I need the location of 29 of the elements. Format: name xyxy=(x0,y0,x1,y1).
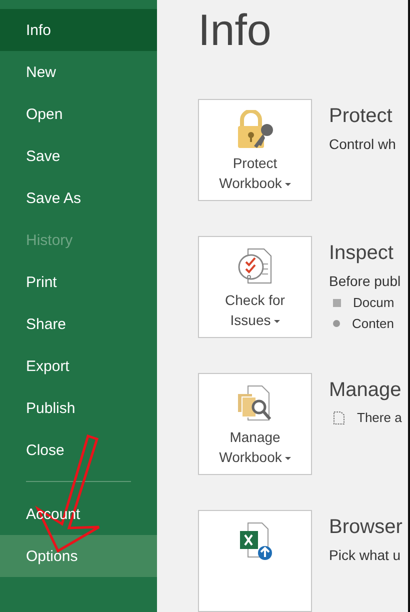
sidebar-item[interactable]: New xyxy=(0,51,157,93)
workbook-button[interactable]: Check for Issues xyxy=(198,236,312,338)
workbook-button[interactable]: Manage Workbook xyxy=(198,373,312,475)
sidebar-item[interactable]: Print xyxy=(0,261,157,303)
sidebar-item[interactable]: Options xyxy=(0,535,157,577)
bullet-icon xyxy=(333,298,341,306)
sidebar-item[interactable]: Export xyxy=(0,345,157,387)
workbook-button[interactable] xyxy=(198,510,312,612)
info-text: There a xyxy=(357,410,402,425)
sidebar-item[interactable]: Info xyxy=(0,9,157,51)
section-heading: Inspect xyxy=(329,241,394,266)
sidebar-item[interactable]: Save xyxy=(0,135,157,177)
workbook-button[interactable]: Protect Workbook xyxy=(198,99,312,201)
sidebar-item[interactable]: Publish xyxy=(0,387,157,429)
section-description: Pick what u xyxy=(329,547,402,563)
page-title: Info xyxy=(198,5,272,57)
section-description: Before publ xyxy=(329,273,401,289)
sidebar-item[interactable]: Close xyxy=(0,429,157,471)
section-description: Control wh xyxy=(329,136,396,152)
sidebar-item[interactable]: Share xyxy=(0,303,157,345)
info-text: Conten xyxy=(352,316,394,331)
section-heading: Browser xyxy=(329,515,402,540)
info-text: Docum xyxy=(353,295,394,310)
sidebar-item[interactable]: Open xyxy=(0,93,157,135)
document-icon xyxy=(333,410,345,424)
sidebar-item[interactable]: Save As xyxy=(0,177,157,219)
bullet-icon xyxy=(333,320,340,327)
section-heading: Manage xyxy=(329,378,402,403)
section-heading: Protect xyxy=(329,104,394,129)
